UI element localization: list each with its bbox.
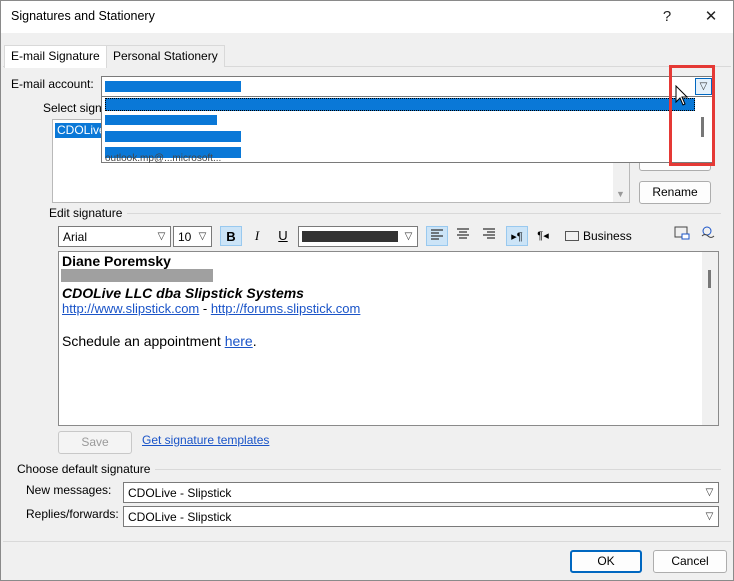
ok-button[interactable]: OK — [570, 550, 642, 573]
font-select[interactable]: Arial ▽ — [58, 226, 171, 247]
align-right-icon — [483, 228, 495, 239]
underline-button[interactable]: U — [272, 226, 294, 246]
group-divider — [127, 213, 721, 214]
dropdown-item[interactable] — [105, 131, 241, 142]
ltr-icon: ▸¶ — [511, 231, 523, 243]
chevron-down-icon[interactable]: ▽ — [701, 483, 718, 502]
title-bar: Signatures and Stationery ? ✕ — [1, 1, 733, 33]
dropdown-item-selected[interactable] — [105, 98, 695, 111]
color-swatch — [302, 231, 398, 242]
editor-scroll-thumb[interactable] — [708, 270, 711, 288]
scroll-down-icon[interactable]: ▼ — [616, 189, 625, 199]
button-label: Cancel — [671, 554, 709, 568]
ltr-button[interactable]: ▸¶ — [506, 226, 528, 246]
button-label: OK — [597, 554, 615, 568]
insert-picture-button[interactable] — [671, 226, 693, 246]
font-color-select[interactable]: ▽ — [298, 226, 418, 247]
chevron-down-icon[interactable]: ▽ — [701, 507, 718, 526]
new-messages-select[interactable]: CDOLive - Slipstick ▽ — [123, 482, 719, 503]
tab-personal-stationery[interactable]: Personal Stationery — [106, 45, 225, 67]
align-right-button[interactable] — [478, 226, 500, 246]
save-button[interactable]: Save — [58, 431, 132, 454]
window-title: Signatures and Stationery — [11, 9, 155, 23]
cancel-button[interactable]: Cancel — [653, 550, 727, 573]
business-card-button[interactable]: Business Card — [563, 226, 659, 263]
annotation-highlight-box — [669, 65, 715, 166]
picture-icon — [674, 226, 690, 240]
chevron-down-icon[interactable]: ▽ — [194, 227, 211, 246]
replies-forwards-label: Replies/forwards: — [26, 507, 119, 521]
mouse-cursor-icon — [675, 85, 689, 106]
hyperlink-icon — [701, 226, 715, 238]
insert-hyperlink-button[interactable] — [696, 226, 718, 246]
close-icon[interactable]: ✕ — [699, 5, 723, 29]
group-divider — [155, 469, 721, 470]
replies-forwards-select[interactable]: CDOLive - Slipstick ▽ — [123, 506, 719, 527]
new-messages-label: New messages: — [26, 483, 112, 497]
signature-appointment: Schedule an appointment here. — [62, 333, 257, 349]
dropdown-item[interactable] — [105, 115, 217, 125]
appointment-text: Schedule an appointment — [62, 333, 225, 349]
signature-company: CDOLive LLC dba Slipstick Systems — [62, 285, 304, 301]
tab-label: Personal Stationery — [113, 49, 218, 63]
font-value: Arial — [63, 230, 88, 244]
align-left-button[interactable] — [426, 226, 448, 246]
tab-label: E-mail Signature — [11, 49, 100, 63]
font-size-select[interactable]: 10 ▽ — [173, 226, 212, 247]
default-signature-label: Choose default signature — [17, 462, 151, 476]
signature-list-item[interactable]: CDOLive — [55, 123, 108, 138]
footer-divider — [3, 541, 731, 542]
email-account-select[interactable]: ▽ — [101, 76, 714, 97]
rtl-icon: ¶◂ — [537, 230, 549, 242]
tab-email-signature[interactable]: E-mail Signature — [4, 45, 107, 68]
editor-scrollbar[interactable] — [702, 252, 718, 425]
align-center-icon — [457, 228, 469, 239]
button-label: Save — [81, 435, 109, 449]
rename-button[interactable]: Rename — [639, 181, 711, 204]
signatures-dialog: Signatures and Stationery ? ✕ E-mail Sig… — [0, 0, 734, 581]
redacted-account — [105, 81, 241, 92]
replies-forwards-value: CDOLive - Slipstick — [128, 510, 232, 524]
forums-link[interactable]: http://forums.slipstick.com — [211, 301, 361, 316]
website-link[interactable]: http://www.slipstick.com — [62, 301, 199, 316]
align-left-icon — [431, 229, 443, 240]
font-size-value: 10 — [178, 230, 192, 244]
signature-editor[interactable]: Diane Poremsky CDOLive LLC dba Slipstick… — [58, 251, 719, 426]
appointment-link[interactable]: here — [225, 333, 253, 349]
link-separator: - — [199, 301, 211, 316]
help-icon[interactable]: ? — [655, 5, 679, 29]
select-signature-label: Select signa — [43, 101, 109, 115]
signature-links: http://www.slipstick.com - http://forums… — [62, 301, 360, 316]
get-signature-templates-link[interactable]: Get signature templates — [142, 433, 269, 447]
chevron-down-icon[interactable]: ▽ — [400, 227, 417, 246]
dropdown-item-fragment: outlook.mp@...microsoft... — [105, 153, 222, 164]
email-account-dropdown[interactable]: outlook.mp@...microsoft... — [101, 96, 714, 164]
edit-signature-label: Edit signature — [49, 206, 123, 220]
button-label: Rename — [652, 185, 698, 199]
chevron-down-icon[interactable]: ▽ — [153, 227, 170, 246]
signature-name: Diane Poremsky — [62, 253, 171, 269]
new-messages-value: CDOLive - Slipstick — [128, 486, 232, 500]
italic-button[interactable]: I — [246, 226, 268, 246]
email-account-label: E-mail account: — [11, 77, 94, 91]
redacted-line — [61, 269, 213, 282]
rtl-button[interactable]: ¶◂ — [532, 226, 554, 246]
bold-button[interactable]: B — [220, 226, 242, 246]
appointment-end: . — [252, 333, 257, 349]
business-card-icon — [565, 231, 579, 241]
align-center-button[interactable] — [452, 226, 474, 246]
